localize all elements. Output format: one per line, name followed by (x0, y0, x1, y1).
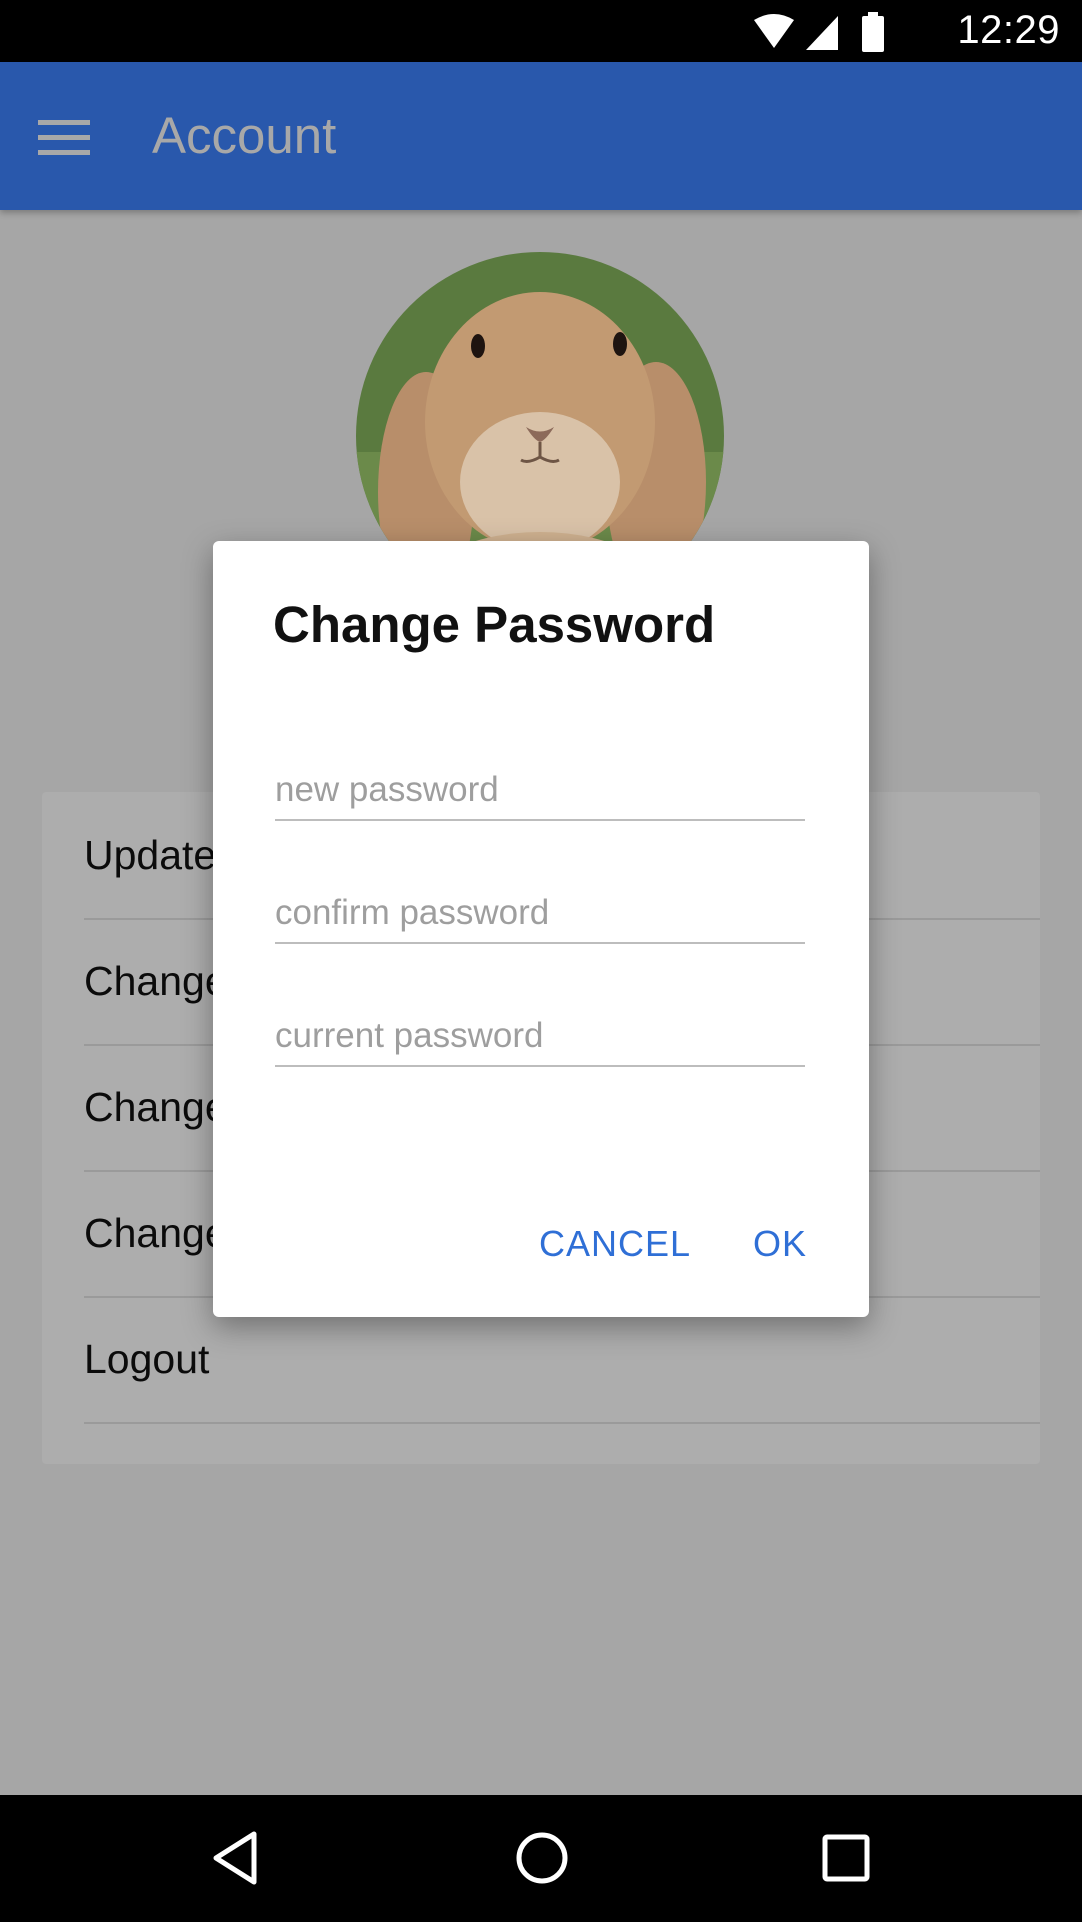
page-title: Account (152, 107, 337, 164)
wifi-icon (754, 14, 794, 48)
ok-button[interactable]: OK (753, 1223, 807, 1265)
list-item-label: Change (84, 958, 228, 1004)
change-password-dialog: Change Password CANCEL OK (213, 541, 869, 1317)
current-password-field[interactable] (275, 1007, 805, 1067)
status-bar: 12:29 (0, 0, 1082, 62)
confirm-password-field[interactable] (275, 884, 805, 944)
cell-signal-icon (806, 16, 838, 50)
recents-icon[interactable] (822, 1830, 870, 1891)
status-time: 12:29 (957, 8, 1060, 52)
list-item-label: Change (84, 1210, 228, 1256)
back-icon[interactable] (210, 1830, 258, 1891)
dialog-title: Change Password (273, 596, 716, 653)
navigation-bar (0, 1795, 1082, 1922)
list-item-label: Change (84, 1084, 228, 1130)
cancel-button[interactable]: CANCEL (539, 1223, 691, 1265)
list-item-label: Logout (84, 1336, 210, 1382)
new-password-field[interactable] (275, 761, 805, 821)
list-item-label: Update (84, 832, 217, 878)
home-icon[interactable] (514, 1830, 570, 1891)
hamburger-menu-icon[interactable] (38, 118, 90, 158)
status-icons (752, 12, 912, 52)
battery-icon (862, 12, 884, 52)
app-bar: Account (0, 62, 1082, 210)
